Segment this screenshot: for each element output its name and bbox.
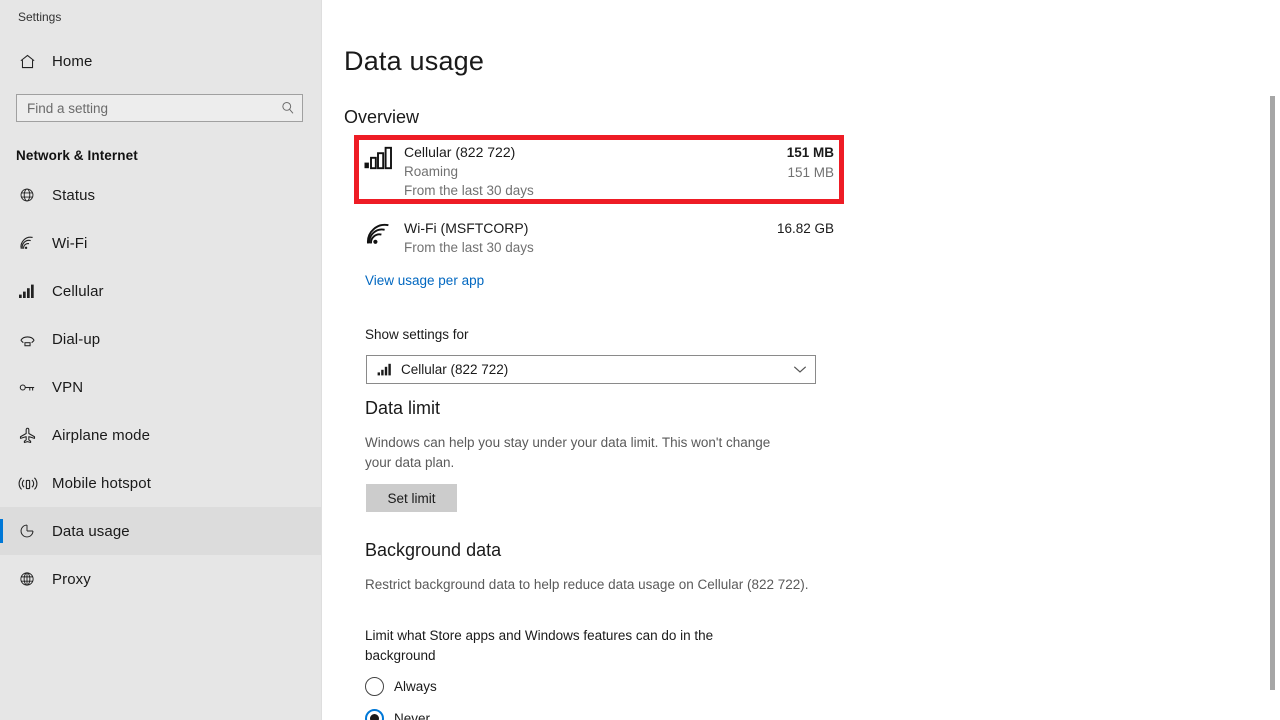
view-usage-per-app-link[interactable]: View usage per app — [365, 273, 484, 288]
main-content: Data usage Overview Cellular (822 722) R… — [322, 0, 1280, 720]
network-select-value: Cellular (822 722) — [401, 362, 509, 377]
sidebar-item-label: Mobile hotspot — [52, 474, 151, 492]
background-data-radio-group-label: Limit what Store apps and Windows featur… — [365, 628, 714, 663]
sidebar-item-label: Proxy — [52, 570, 91, 588]
radio-mark-icon — [365, 708, 384, 720]
cellular-bars-icon — [377, 363, 397, 376]
set-limit-button[interactable]: Set limit — [366, 484, 457, 512]
search-icon[interactable] — [280, 100, 296, 116]
usage-row-wifi[interactable]: Wi-Fi (MSFTCORP) From the last 30 days 1… — [364, 218, 834, 257]
sidebar-group-heading: Network & Internet — [16, 148, 138, 163]
usage-amounts-block: 151 MB 151 MB — [742, 142, 834, 182]
wifi-icon — [364, 218, 404, 248]
sidebar-item-label: Airplane mode — [52, 426, 151, 444]
usage-text-block: Wi-Fi (MSFTCORP) From the last 30 days — [404, 218, 742, 257]
sidebar-item-label: Data usage — [52, 522, 130, 540]
overview-heading: Overview — [344, 107, 420, 127]
show-settings-for-label: Show settings for — [365, 327, 469, 342]
usage-amount-total: 151 MB — [786, 145, 834, 160]
sidebar-item-status[interactable]: Status — [0, 171, 321, 219]
usage-period-label: From the last 30 days — [404, 183, 534, 198]
page-title: Data usage — [344, 46, 485, 76]
search-box[interactable] — [16, 94, 303, 122]
sidebar-item-label: Dial-up — [52, 330, 101, 348]
sidebar-nav-list: Status Wi-Fi Cellular Dial-up VPN Airpla… — [0, 171, 321, 603]
sidebar-item-dialup[interactable]: Dial-up — [0, 315, 321, 363]
usage-amount-total: 16.82 GB — [776, 221, 834, 236]
usage-network-name: Cellular (822 722) — [404, 144, 516, 160]
sidebar-item-vpn[interactable]: VPN — [0, 363, 321, 411]
dialup-phone-icon — [18, 330, 44, 348]
globe-proxy-icon — [18, 570, 44, 588]
pie-chart-icon — [18, 522, 44, 540]
sidebar-item-label: Status — [52, 186, 96, 204]
selection-indicator — [0, 519, 3, 543]
usage-amounts-block: 16.82 GB — [742, 218, 834, 239]
sidebar-item-label: Wi-Fi — [52, 234, 88, 252]
cellular-bars-icon — [364, 142, 404, 170]
radio-mark-icon — [365, 676, 384, 696]
network-select-dropdown[interactable]: Cellular (822 722) — [366, 355, 816, 384]
settings-window: Settings Home Network & Internet — [0, 0, 1280, 720]
cellular-bars-icon — [18, 283, 44, 299]
wifi-icon — [18, 235, 44, 252]
sidebar-item-proxy[interactable]: Proxy — [0, 555, 321, 603]
radio-option-never[interactable]: Never — [365, 702, 437, 720]
background-data-radio-group: Always Never — [365, 670, 437, 720]
sidebar-item-label: Cellular — [52, 282, 104, 300]
airplane-icon — [18, 426, 44, 445]
window-title: Settings — [18, 10, 62, 24]
scrollbar-track[interactable] — [1264, 0, 1280, 720]
radio-option-label: Never — [394, 710, 431, 720]
usage-amount-roaming: 151 MB — [787, 165, 834, 180]
data-limit-description: Windows can help you stay under your dat… — [365, 435, 771, 470]
scrollbar-thumb[interactable] — [1270, 96, 1275, 690]
data-limit-heading: Data limit — [365, 398, 441, 418]
radio-option-label: Always — [394, 678, 437, 694]
home-icon — [18, 52, 44, 71]
usage-network-name: Wi-Fi (MSFTCORP) — [404, 220, 529, 236]
usage-text-block: Cellular (822 722) Roaming From the last… — [404, 142, 742, 200]
usage-roaming-label: Roaming — [404, 164, 459, 179]
sidebar-item-data-usage[interactable]: Data usage — [0, 507, 321, 555]
title-bar: Settings — [0, 0, 321, 24]
background-data-heading: Background data — [365, 540, 502, 560]
sidebar-item-mobile-hotspot[interactable]: Mobile hotspot — [0, 459, 321, 507]
sidebar: Settings Home Network & Internet — [0, 0, 322, 720]
sidebar-item-label: VPN — [52, 378, 84, 396]
search-input[interactable] — [27, 95, 280, 121]
sidebar-item-wifi[interactable]: Wi-Fi — [0, 219, 321, 267]
usage-period-label: From the last 30 days — [404, 240, 534, 255]
usage-row-cellular[interactable]: Cellular (822 722) Roaming From the last… — [364, 142, 834, 200]
sidebar-item-airplane-mode[interactable]: Airplane mode — [0, 411, 321, 459]
background-data-description: Restrict background data to help reduce … — [365, 577, 809, 592]
hotspot-icon — [18, 475, 44, 492]
sidebar-item-cellular[interactable]: Cellular — [0, 267, 321, 315]
sidebar-item-home[interactable]: Home — [0, 38, 321, 84]
radio-option-always[interactable]: Always — [365, 670, 437, 702]
globe-status-icon — [18, 186, 44, 204]
vpn-key-icon — [18, 380, 44, 395]
chevron-down-icon[interactable] — [793, 365, 807, 374]
sidebar-item-label: Home — [52, 52, 93, 70]
